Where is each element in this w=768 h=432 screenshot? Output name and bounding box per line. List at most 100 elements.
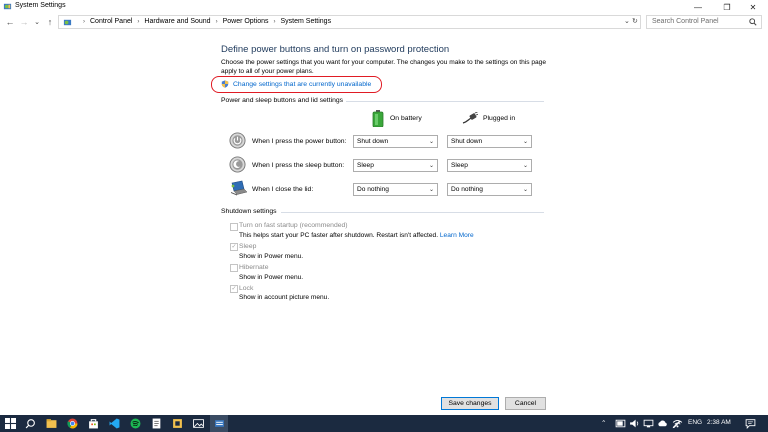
select-value: Shut down — [451, 138, 483, 145]
select-value: Sleep — [357, 162, 374, 169]
checkmark-icon: ✓ — [231, 286, 237, 292]
close-button[interactable]: ✕ — [741, 0, 765, 14]
minimize-button[interactable]: — — [686, 0, 710, 14]
power-button-plugged-select[interactable]: Shut down ⌄ — [447, 135, 532, 148]
hibernate-label: Hibernate — [239, 264, 269, 271]
breadcrumb-hardware-and-sound[interactable]: Hardware and Sound — [144, 18, 210, 25]
sticky-notes-icon[interactable] — [172, 418, 183, 429]
power-button-icon — [229, 132, 246, 149]
chevron-down-icon: ⌄ — [428, 139, 434, 145]
search-input[interactable]: Search Control Panel — [652, 18, 719, 25]
close-lid-battery-select[interactable]: Do nothing ⌄ — [353, 183, 438, 196]
chevron-down-icon: ⌄ — [522, 187, 528, 193]
breadcrumb-separator[interactable]: › — [137, 19, 139, 25]
sleep-button-label: When I press the sleep button: — [252, 162, 345, 169]
breadcrumb-separator[interactable]: › — [216, 19, 218, 25]
select-value: Do nothing — [357, 186, 389, 193]
search-icon[interactable] — [25, 418, 36, 429]
battery-tray-icon[interactable] — [615, 418, 626, 429]
search-box[interactable]: Search Control Panel — [646, 15, 762, 29]
page-title: Define power buttons and turn on passwor… — [221, 44, 450, 55]
cancel-button[interactable]: Cancel — [505, 397, 546, 410]
wifi-icon[interactable] — [672, 418, 683, 429]
power-button-label: When I press the power button: — [252, 138, 347, 145]
sleep-checkbox[interactable]: ✓ — [230, 243, 238, 251]
volume-icon[interactable] — [629, 418, 640, 429]
fast-startup-checkbox[interactable] — [230, 223, 238, 231]
recent-locations-button[interactable]: ⌄ — [31, 16, 43, 28]
close-lid-plugged-select[interactable]: Do nothing ⌄ — [447, 183, 532, 196]
up-button[interactable]: ↑ — [44, 16, 56, 28]
refresh-button[interactable]: ↻ — [632, 17, 638, 25]
title-bar: System Settings — ❐ ✕ — [0, 0, 768, 14]
control-panel-icon — [3, 3, 12, 10]
fast-startup-label: Turn on fast startup (recommended) — [239, 222, 348, 229]
store-icon[interactable] — [88, 418, 99, 429]
power-plug-icon — [462, 112, 478, 124]
breadcrumb-system-settings[interactable]: System Settings — [281, 18, 332, 25]
document-icon[interactable] — [151, 418, 162, 429]
lock-checkbox[interactable]: ✓ — [230, 285, 238, 293]
breadcrumb: › Control Panel › Hardware and Sound › P… — [78, 18, 331, 25]
photos-icon[interactable] — [193, 418, 204, 429]
sleep-label: Sleep — [239, 243, 257, 250]
breadcrumb-power-options[interactable]: Power Options — [223, 18, 269, 25]
highlight-annotation — [211, 76, 382, 93]
section-divider — [281, 212, 544, 213]
breadcrumb-separator: › — [83, 18, 85, 25]
search-icon[interactable] — [749, 18, 757, 26]
sleep-button-icon — [229, 156, 246, 173]
forward-button[interactable]: → — [18, 16, 30, 28]
shutdown-section-title: Shutdown settings — [221, 208, 277, 215]
power-button-battery-select[interactable]: Shut down ⌄ — [353, 135, 438, 148]
language-indicator[interactable]: ENG — [688, 419, 702, 426]
learn-more-link[interactable]: Learn More — [440, 232, 474, 239]
plugged-in-header: Plugged in — [462, 112, 515, 124]
back-button[interactable]: ← — [4, 16, 16, 28]
restore-button[interactable]: ❐ — [715, 0, 739, 14]
sleep-button-battery-select[interactable]: Sleep ⌄ — [353, 159, 438, 172]
spotify-icon[interactable] — [130, 418, 141, 429]
fast-startup-description-text: This helps start your PC faster after sh… — [239, 232, 439, 239]
fast-startup-description: This helps start your PC faster after sh… — [239, 232, 474, 239]
hibernate-checkbox[interactable] — [230, 264, 238, 272]
file-explorer-icon[interactable] — [46, 418, 57, 429]
network-icon[interactable] — [643, 418, 654, 429]
save-changes-button[interactable]: Save changes — [441, 397, 499, 410]
chrome-icon[interactable] — [67, 418, 78, 429]
select-value: Do nothing — [451, 186, 483, 193]
vscode-icon[interactable] — [109, 418, 120, 429]
clock[interactable]: 2:38 AM — [707, 419, 731, 426]
chevron-down-icon: ⌄ — [522, 139, 528, 145]
section-divider — [346, 101, 544, 102]
notifications-icon[interactable] — [745, 418, 756, 429]
chevron-down-icon: ⌄ — [428, 187, 434, 193]
show-hidden-icons-button[interactable]: ⌃ — [601, 419, 606, 427]
on-battery-label: On battery — [390, 115, 422, 122]
on-battery-header: On battery — [372, 110, 422, 127]
chevron-down-icon: ⌄ — [428, 163, 434, 169]
control-panel-icon — [63, 19, 72, 26]
close-lid-label: When I close the lid: — [252, 186, 314, 193]
select-value: Shut down — [357, 138, 389, 145]
checkmark-icon: ✓ — [231, 244, 237, 250]
laptop-lid-icon — [231, 180, 248, 196]
start-icon[interactable] — [5, 418, 16, 429]
lock-description: Show in account picture menu. — [239, 294, 330, 301]
address-dropdown-button[interactable]: ⌄ — [624, 17, 630, 25]
power-section-title: Power and sleep buttons and lid settings — [221, 97, 344, 104]
address-toolbar: ← → ⌄ ↑ › Control Panel › Hardware and S… — [0, 14, 768, 31]
battery-icon — [372, 110, 384, 127]
cloud-icon[interactable] — [657, 418, 668, 429]
breadcrumb-separator[interactable]: › — [274, 19, 276, 25]
plugged-in-label: Plugged in — [483, 114, 516, 122]
sleep-button-plugged-select[interactable]: Sleep ⌄ — [447, 159, 532, 172]
control-panel-taskbar-icon[interactable] — [214, 418, 225, 429]
breadcrumb-control-panel[interactable]: Control Panel — [90, 18, 132, 25]
address-bar[interactable]: › Control Panel › Hardware and Sound › P… — [58, 15, 641, 29]
hibernate-description: Show in Power menu. — [239, 274, 304, 281]
taskbar: ⌃ ENG 2:38 AM — [0, 415, 768, 432]
select-value: Sleep — [451, 162, 468, 169]
sleep-description: Show in Power menu. — [239, 253, 304, 260]
window-title: System Settings — [15, 2, 66, 9]
